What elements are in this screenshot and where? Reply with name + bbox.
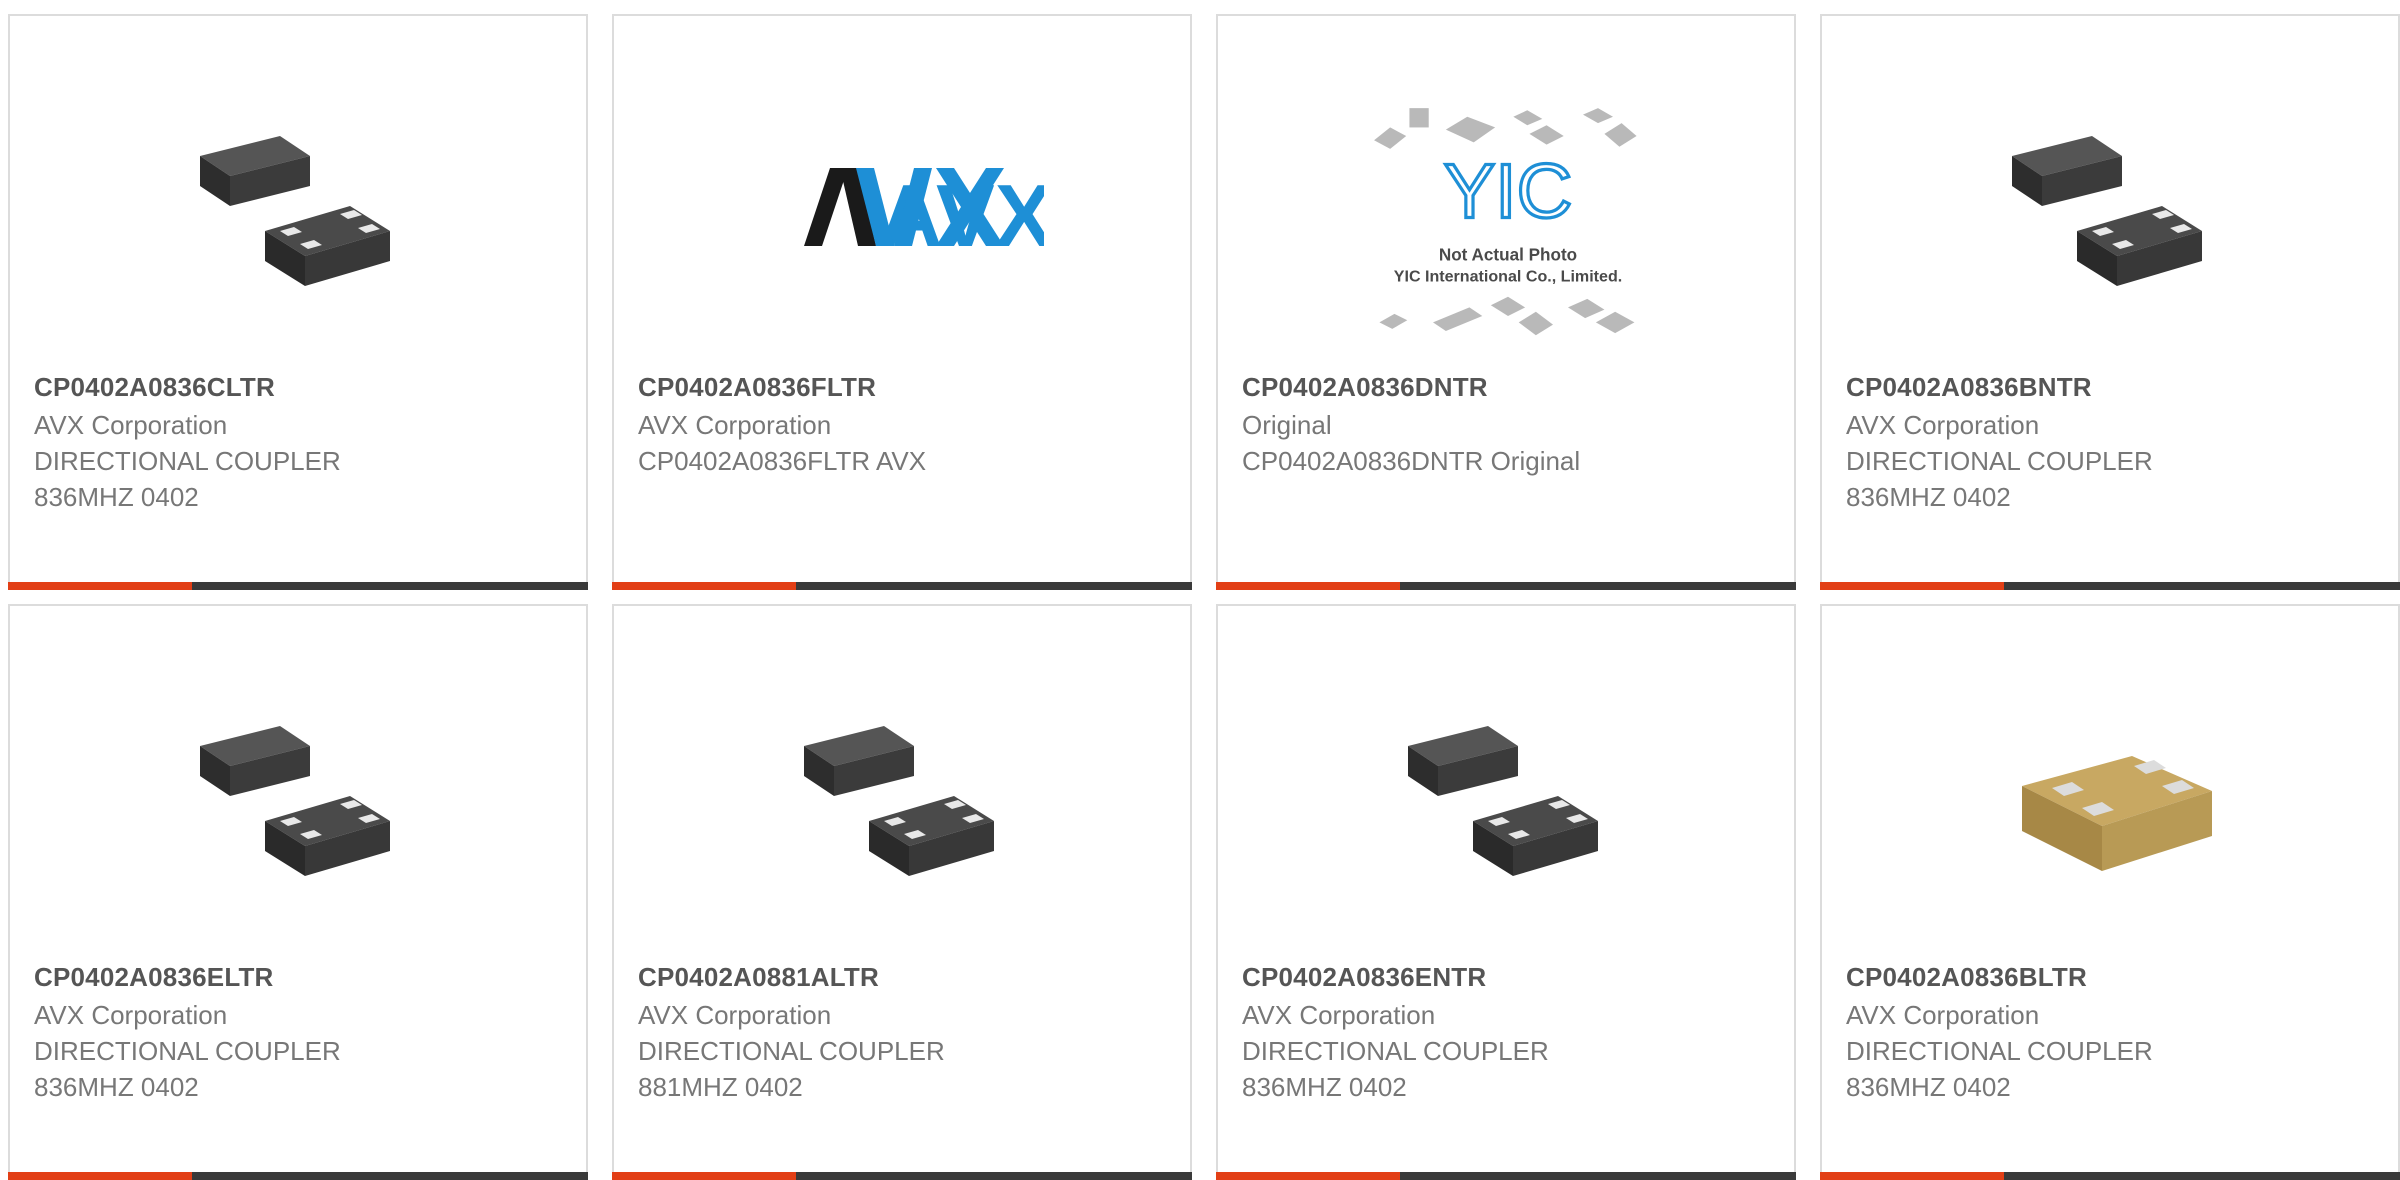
description-line-2: 836MHZ 0402 (1846, 1072, 2011, 1102)
yic-logo-text: YIC (1444, 148, 1573, 234)
part-number[interactable]: CP0402A0836DNTR (1242, 372, 1488, 403)
description-line-2: 881MHZ 0402 (638, 1072, 803, 1102)
black-chip-image (200, 136, 390, 286)
card-bottom-bar (1216, 1172, 1796, 1180)
description-line-1: DIRECTIONAL COUPLER (34, 1036, 341, 1066)
card-bar-accent (1820, 1172, 2004, 1180)
card-bottom-bar (8, 1172, 588, 1180)
yic-placeholder-image: YIC Not Actual Photo YIC International C… (1374, 108, 1637, 336)
card-bar-accent (1216, 582, 1400, 590)
photo-caption-1: Not Actual Photo (1439, 244, 1577, 264)
description-line-1: DIRECTIONAL COUPLER (1846, 446, 2153, 476)
part-number[interactable]: CP0402A0836BNTR (1846, 372, 2092, 403)
part-number[interactable]: CP0402A0836FLTR (638, 372, 876, 403)
description-line-1: DIRECTIONAL COUPLER (1846, 1036, 2153, 1066)
card-bottom-bar (1820, 582, 2400, 590)
manufacturer: AVX Corporation (638, 1000, 832, 1030)
black-chip-image (1408, 726, 1598, 876)
manufacturer: AVX Corporation (1846, 410, 2040, 440)
manufacturer: Original (1242, 410, 1332, 440)
manufacturer: AVX Corporation (34, 1000, 228, 1030)
product-card[interactable]: CP0402A0836ELTR AVX Corporation DIRECTIO… (8, 604, 588, 1180)
description-line-2: 836MHZ 0402 (1846, 482, 2011, 512)
card-bar-accent (8, 1172, 192, 1180)
product-card[interactable]: CP0402A0836ENTR AVX Corporation DIRECTIO… (1216, 604, 1796, 1180)
description-line-2: 836MHZ 0402 (34, 482, 199, 512)
part-number[interactable]: CP0402A0836ELTR (34, 962, 274, 993)
part-number[interactable]: CP0402A0881ALTR (638, 962, 879, 993)
product-card[interactable]: CP0402A0836BLTR AVX Corporation DIRECTIO… (1820, 604, 2400, 1180)
description-line-1: CP0402A0836DNTR Original (1242, 446, 1581, 476)
gold-chip-image (2022, 756, 2212, 871)
card-bottom-bar (612, 1172, 1192, 1180)
black-chip-image (200, 726, 390, 876)
part-number[interactable]: CP0402A0836CLTR (34, 372, 275, 403)
product-card[interactable]: AVX CP0402A0836FLTR AVX Corporation CP04… (612, 14, 1192, 590)
manufacturer: AVX Corporation (1242, 1000, 1436, 1030)
card-bottom-bar (612, 582, 1192, 590)
card-bottom-bar (1216, 582, 1796, 590)
card-bottom-bar (1820, 1172, 2400, 1180)
description-line-2: 836MHZ 0402 (34, 1072, 199, 1102)
part-number[interactable]: CP0402A0836ENTR (1242, 962, 1486, 993)
black-chip-image (804, 726, 994, 876)
avx-logo: AVX (802, 164, 1044, 265)
description-line-1: CP0402A0836FLTR AVX (638, 446, 927, 476)
card-bottom-bar (8, 582, 588, 590)
card-bar-accent (1216, 1172, 1400, 1180)
part-number[interactable]: CP0402A0836BLTR (1846, 962, 2087, 993)
manufacturer: AVX Corporation (34, 410, 228, 440)
product-card[interactable]: CP0402A0836BNTR AVX Corporation DIRECTIO… (1820, 14, 2400, 590)
manufacturer: AVX Corporation (1846, 1000, 2040, 1030)
description-line-1: DIRECTIONAL COUPLER (34, 446, 341, 476)
black-chip-image (2012, 136, 2202, 286)
product-card[interactable]: CP0402A0881ALTR AVX Corporation DIRECTIO… (612, 604, 1192, 1180)
card-bar-accent (612, 582, 796, 590)
photo-caption-2: YIC International Co., Limited. (1394, 268, 1622, 286)
product-card[interactable]: YIC Not Actual Photo YIC International C… (1216, 14, 1796, 590)
description-line-1: DIRECTIONAL COUPLER (638, 1036, 945, 1066)
description-line-2: 836MHZ 0402 (1242, 1072, 1407, 1102)
description-line-1: DIRECTIONAL COUPLER (1242, 1036, 1549, 1066)
card-bar-accent (8, 582, 192, 590)
product-grid: CP0402A0836CLTR AVX Corporation DIRECTIO… (0, 0, 2400, 1180)
card-bar-accent (612, 1172, 796, 1180)
product-card[interactable]: CP0402A0836CLTR AVX Corporation DIRECTIO… (8, 14, 588, 590)
card-bar-accent (1820, 582, 2004, 590)
manufacturer: AVX Corporation (638, 410, 832, 440)
